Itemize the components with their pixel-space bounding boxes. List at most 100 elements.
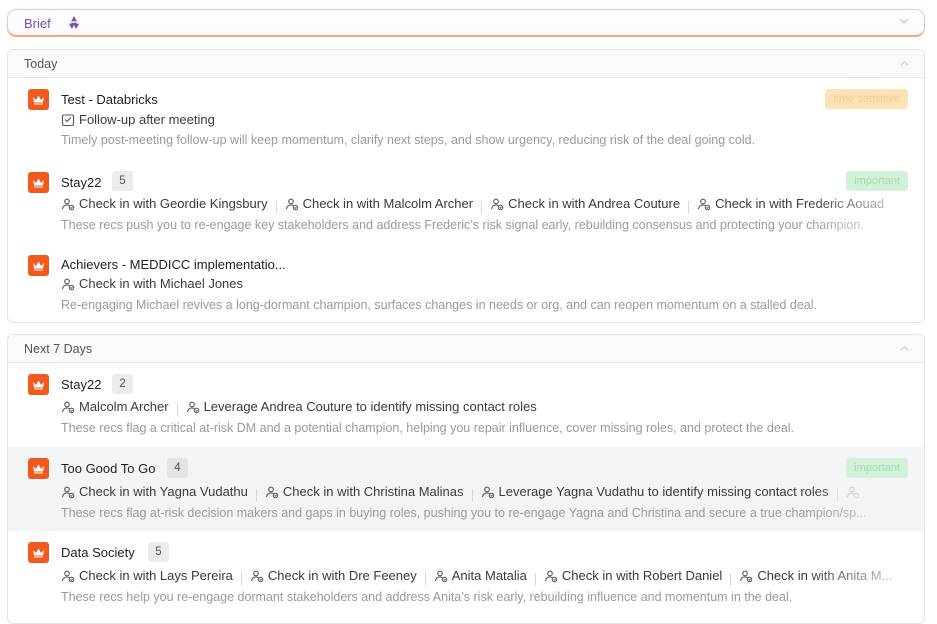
rec-title: Test - Databricks <box>61 92 158 107</box>
divider <box>534 572 536 586</box>
crown-icon <box>28 542 49 563</box>
action-label: Check in with Geordie Kingsbury <box>79 196 268 211</box>
person-check-icon <box>544 570 558 582</box>
rec-actions: Check in with Lays Pereira Check in with… <box>61 568 924 586</box>
person-check-icon <box>846 486 859 498</box>
action-item[interactable]: Check in with Robert Daniel <box>544 568 722 583</box>
action-item[interactable]: Check in with Michael Jones <box>61 276 243 291</box>
rec-description: These recs flag at-risk decision makers … <box>61 506 924 520</box>
person-check-icon <box>434 570 448 582</box>
description-text: These recs flag at-risk decision makers … <box>61 506 867 520</box>
fade-overlay <box>806 298 924 312</box>
fade-overlay <box>806 590 924 604</box>
chevron-down-icon[interactable] <box>898 15 910 27</box>
time-sensitive-badge: time sensitive <box>825 89 908 109</box>
crown-icon <box>28 89 49 110</box>
rec-count-badge: 2 <box>112 374 133 394</box>
action-item[interactable]: Leverage Andrea Couture to identify miss… <box>186 399 537 414</box>
rec-item[interactable]: Achievers - MEDDICC implementatio... Che… <box>8 244 924 320</box>
rec-item[interactable]: Data Society 5 Check in with Lays Pereir… <box>8 531 924 615</box>
rec-description: Re-engaging Michael revives a long-dorma… <box>61 298 924 312</box>
action-item[interactable]: Check in with Christina Malinas <box>265 484 464 499</box>
section-header-next-7-days[interactable]: Next 7 Days <box>8 335 924 363</box>
action-item[interactable]: Malcolm Archer <box>61 399 169 414</box>
action-item[interactable]: Check in with Malcolm Archer <box>285 196 474 211</box>
action-item[interactable]: Check in with Geordie Kingsbury <box>61 196 268 211</box>
rec-item[interactable]: Stay22 2 Malcolm Archer Leverage Andrea … <box>8 363 924 447</box>
action-item[interactable]: Anita Matalia <box>434 568 527 583</box>
person-check-icon <box>265 486 279 498</box>
brief-bar[interactable]: Brief <box>7 9 925 36</box>
action-item[interactable]: Follow-up after meeting <box>61 112 215 127</box>
action-label: Check in with Malcolm Archer <box>302 196 474 211</box>
action-item[interactable]: Check in with Dre Feeney <box>250 568 417 583</box>
action-label: Check in with Yagna Vudathu <box>79 484 248 499</box>
brief-label: Brief <box>24 16 51 31</box>
person-check-icon <box>186 401 199 413</box>
action-label: Leverage Yagna Vudathu to identify missi… <box>498 484 829 499</box>
action-label: Check in with Christina Malinas <box>282 484 464 499</box>
action-label: Check in with Robert Daniel <box>561 568 723 583</box>
action-item[interactable]: Check in with Andrea Couture <box>490 196 680 211</box>
action-item[interactable]: Check in with Lays Pereira <box>61 568 233 583</box>
rec-title: Stay22 <box>61 377 102 392</box>
crown-icon <box>28 458 49 479</box>
action-label: Leverage Andrea Couture to identify miss… <box>203 399 537 414</box>
divider <box>688 200 690 214</box>
rec-actions: Check in with Michael Jones <box>61 276 924 294</box>
action-label: Anita Matalia <box>451 568 527 583</box>
divider <box>424 572 426 586</box>
rec-description: These recs flag a critical at-risk DM an… <box>61 421 924 435</box>
crown-icon <box>28 255 49 276</box>
rec-item[interactable]: Too Good To Go 4 important Check in with… <box>8 447 924 531</box>
rec-title: Achievers - MEDDICC implementatio... <box>61 257 286 272</box>
crown-icon <box>28 374 49 395</box>
person-check-icon <box>698 198 711 210</box>
chevron-up-icon[interactable] <box>899 58 910 69</box>
description-text: These recs push you to re-engage key sta… <box>61 218 864 232</box>
chevron-up-icon[interactable] <box>899 343 910 354</box>
rec-count-badge: 5 <box>148 542 169 562</box>
rec-title: Too Good To Go <box>61 461 156 476</box>
fade-overlay <box>806 421 924 435</box>
action-label: Check in with Michael Jones <box>79 276 244 291</box>
rec-item[interactable]: Test - Databricks time sensitive Follow-… <box>8 78 924 154</box>
description-text: These recs flag a critical at-risk DM an… <box>61 421 795 435</box>
brief-logo-icon <box>69 16 79 29</box>
divider <box>176 403 178 417</box>
rec-count-badge: 5 <box>112 171 133 191</box>
action-item-overflow[interactable] <box>846 485 864 499</box>
important-badge: important <box>846 171 908 191</box>
rec-title: Data Society <box>61 545 135 560</box>
divider <box>730 572 732 586</box>
rec-item[interactable]: Stay22 5 important Check in with Geordie… <box>8 161 924 237</box>
rec-actions: Check in with Geordie Kingsbury Check in… <box>61 196 924 214</box>
section-header-today[interactable]: Today <box>8 50 924 78</box>
person-check-icon <box>481 486 494 498</box>
person-check-icon <box>61 401 75 413</box>
rec-title: Stay22 <box>61 175 102 190</box>
action-label: Check in with Lays Pereira <box>79 568 233 583</box>
divider <box>471 488 473 502</box>
action-item[interactable]: Check in with Frederic Aouad <box>697 196 884 211</box>
section-title: Next 7 Days <box>24 342 93 356</box>
person-check-icon <box>61 198 75 210</box>
important-badge: important <box>846 458 908 478</box>
description-text: Re-engaging Michael revives a long-dorma… <box>61 298 817 312</box>
action-item[interactable]: Check in with Yagna Vudathu <box>61 484 248 499</box>
divider <box>481 200 483 214</box>
rec-description: These recs push you to re-engage key sta… <box>61 218 924 232</box>
rec-count-badge: 4 <box>167 458 188 478</box>
person-check-icon <box>61 278 75 290</box>
action-label: Check in with Anita M... <box>757 568 893 583</box>
rec-description: Timely post-meeting follow-up will keep … <box>61 133 756 147</box>
person-check-icon <box>61 570 75 582</box>
person-check-icon <box>491 198 504 210</box>
person-check-icon <box>250 570 264 582</box>
action-item[interactable]: Check in with Anita M... <box>739 568 892 583</box>
action-label: Follow-up after meeting <box>79 112 215 127</box>
action-item[interactable]: Leverage Yagna Vudathu to identify missi… <box>481 484 829 499</box>
rec-actions: Check in with Yagna Vudathu Check in wit… <box>61 484 924 502</box>
action-label: Check in with Frederic Aouad <box>715 196 885 211</box>
action-label: Check in with Andrea Couture <box>508 196 681 211</box>
